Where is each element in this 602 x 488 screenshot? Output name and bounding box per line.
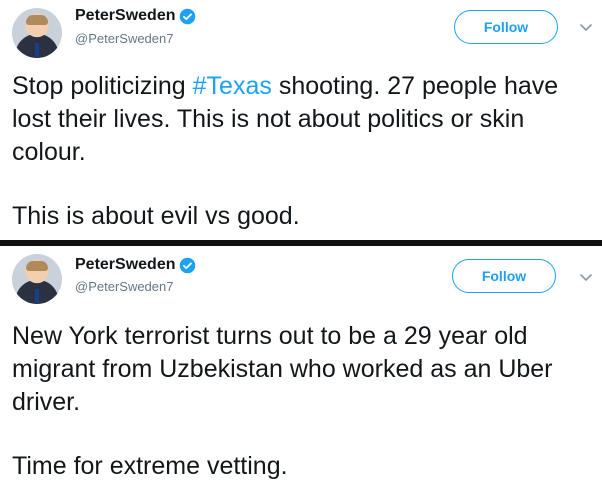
author-name-row: PeterSweden bbox=[75, 256, 196, 274]
verified-badge-icon bbox=[179, 257, 196, 274]
tweet-text: New York terrorist turns out to be a 29 … bbox=[12, 322, 553, 416]
hashtag-link[interactable]: #Texas bbox=[193, 72, 272, 100]
chevron-down-icon[interactable] bbox=[579, 270, 593, 284]
author-handle[interactable]: @PeterSweden7 bbox=[75, 31, 173, 46]
avatar[interactable] bbox=[12, 8, 62, 58]
author-handle[interactable]: @PeterSweden7 bbox=[75, 279, 173, 294]
tweet-card: PeterSweden @PeterSweden7 Follow Stop po… bbox=[0, 0, 602, 240]
author-display-name[interactable]: PeterSweden bbox=[75, 256, 175, 274]
tweet-card: PeterSweden @PeterSweden7 Follow New Yor… bbox=[0, 246, 602, 488]
follow-button[interactable]: Follow bbox=[452, 259, 556, 293]
verified-badge-icon bbox=[179, 8, 196, 25]
follow-button[interactable]: Follow bbox=[454, 10, 558, 44]
author-display-name[interactable]: PeterSweden bbox=[75, 7, 175, 25]
tweet-text-paragraph: This is about evil vs good. bbox=[12, 202, 300, 230]
avatar[interactable] bbox=[12, 254, 62, 304]
tweet-text: Stop politicizing #Texas shooting. 27 pe… bbox=[12, 72, 559, 166]
author-name-row: PeterSweden bbox=[75, 7, 196, 25]
tweet-text-paragraph: Time for extreme vetting. bbox=[12, 452, 288, 480]
chevron-down-icon[interactable] bbox=[579, 20, 593, 34]
